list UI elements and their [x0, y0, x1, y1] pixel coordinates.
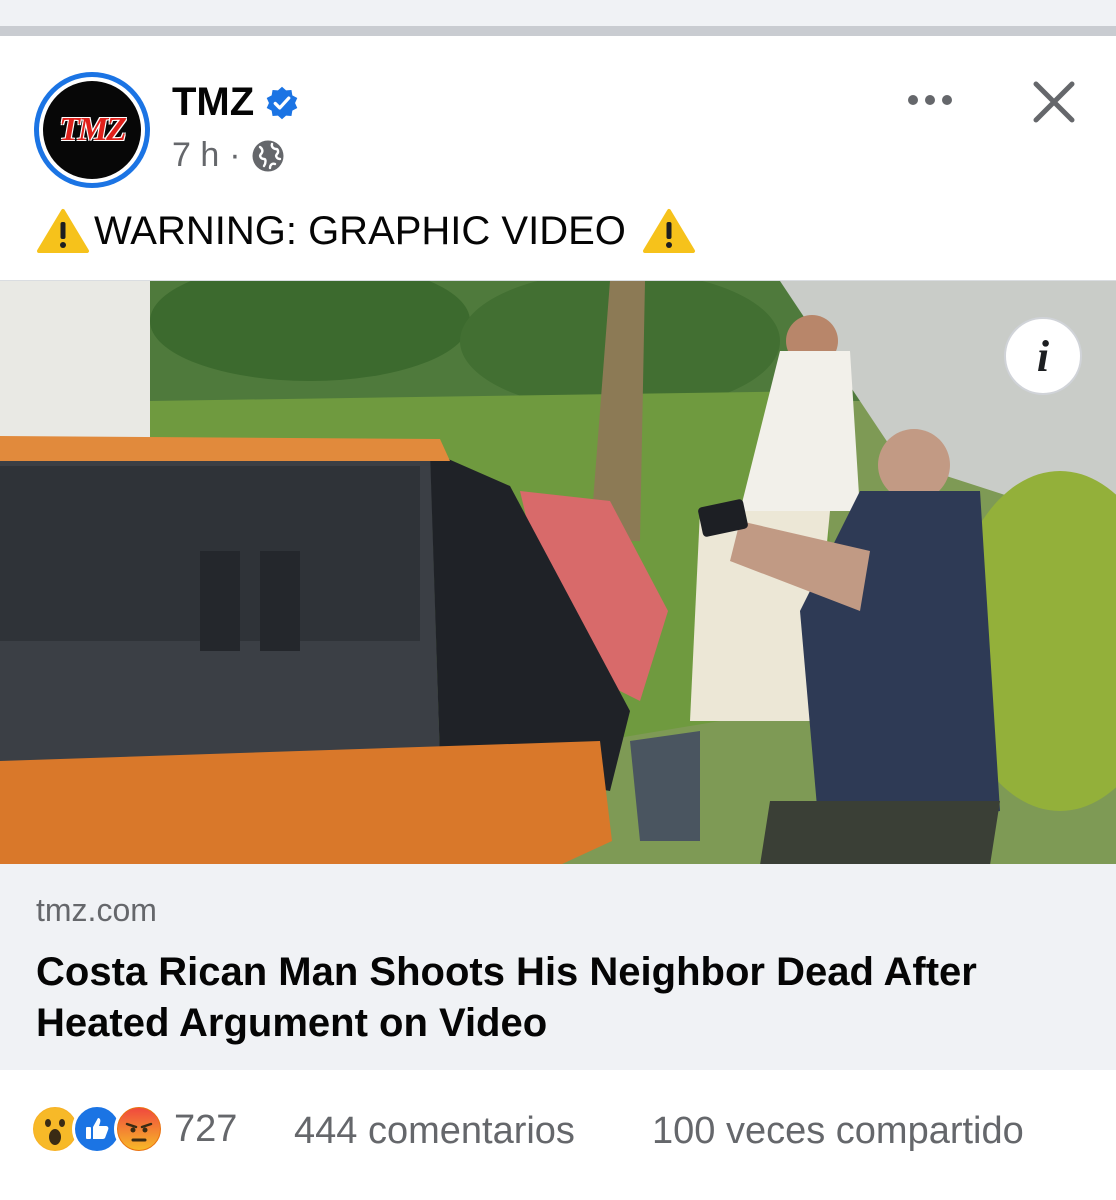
avatar[interactable]: TMZ	[34, 72, 150, 188]
link-domain: tmz.com	[36, 892, 157, 928]
info-button[interactable]: i	[1004, 317, 1082, 395]
tmz-logo: TMZ	[43, 81, 141, 179]
comments-count[interactable]: 444 comentarios	[294, 1110, 575, 1153]
meta-separator: ·	[229, 136, 241, 174]
post-author: TMZ	[172, 80, 300, 125]
video-frame-image	[0, 281, 1116, 864]
post-text-content: WARNING: GRAPHIC VIDEO	[94, 208, 626, 253]
post-stats: 727 444 comentarios 100 veces compartido	[0, 1070, 1116, 1200]
reactions-count: 727	[174, 1107, 238, 1150]
warning-sign-icon	[642, 209, 695, 253]
warning-sign-icon	[37, 209, 89, 253]
post-meta: 7 h ·	[172, 136, 285, 175]
thumbs-up	[86, 1118, 109, 1139]
angry-face	[118, 1108, 160, 1150]
feed-post: TMZ TMZ 7 h · WARNING: GRAPHIC VIDEO i t…	[0, 36, 1116, 1200]
angry-reaction-icon	[114, 1104, 164, 1154]
verified-badge-icon	[266, 86, 298, 119]
dot	[908, 95, 918, 105]
close-icon[interactable]	[1028, 76, 1080, 128]
link-preview[interactable]: tmz.com Costa Rican Man Shoots His Neigh…	[0, 864, 1116, 1070]
wow-face	[34, 1108, 76, 1150]
feed-gap	[0, 0, 1116, 26]
reactions-summary[interactable]: 727	[30, 1104, 237, 1154]
post-time[interactable]: 7 h	[172, 136, 219, 175]
shares-count[interactable]: 100 veces compartido	[652, 1110, 1024, 1153]
dot	[925, 95, 935, 105]
logo-text: TMZ	[59, 111, 127, 148]
more-options-button[interactable]	[898, 76, 962, 124]
dot	[942, 95, 952, 105]
feed-divider	[0, 26, 1116, 36]
link-title: Costa Rican Man Shoots His Neighbor Dead…	[36, 950, 977, 1045]
author-name[interactable]: TMZ	[172, 80, 254, 125]
video-thumbnail[interactable]: i	[0, 280, 1116, 864]
globe-icon[interactable]	[251, 139, 285, 173]
post-text: WARNING: GRAPHIC VIDEO	[36, 208, 696, 254]
avatar-ring: TMZ	[39, 77, 145, 183]
